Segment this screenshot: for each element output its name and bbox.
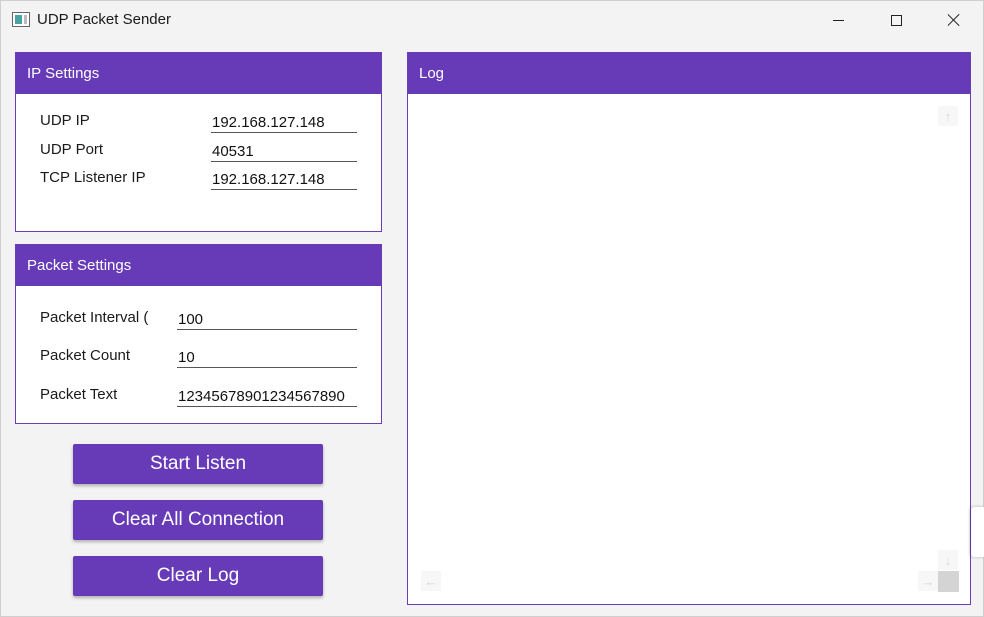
scroll-left-button[interactable]: ← [421,571,441,591]
arrow-left-icon: ← [424,573,438,589]
udp-ip-input[interactable] [211,107,357,133]
scroll-right-button[interactable]: → [918,571,938,591]
udp-ip-label: UDP IP [40,112,90,129]
udp-port-row: UDP Port [16,136,381,164]
arrow-up-icon: ↑ [944,108,952,124]
edge-side-tab[interactable] [971,507,984,557]
log-text-area[interactable]: ↑ ↓ ← → [408,94,970,604]
arrow-right-icon: → [921,573,935,589]
udp-port-label: UDP Port [40,141,104,158]
packet-settings-header: Packet Settings [16,245,381,286]
scrollbar-corner [938,571,959,592]
packet-interval-label: Packet Interval ( [40,309,149,326]
close-icon [947,13,961,27]
minimize-icon [832,19,844,21]
packet-count-row: Packet Count [16,342,381,370]
log-header: Log [408,53,970,94]
title-bar[interactable]: UDP Packet Sender [1,1,983,39]
main-window: UDP Packet Sender IP Settings UDP IP UDP… [0,0,984,617]
arrow-down-icon: ↓ [944,552,952,568]
ip-settings-panel: IP Settings UDP IP UDP Port TCP Listener… [15,52,382,232]
udp-port-input[interactable] [211,136,357,162]
clear-log-button[interactable]: Clear Log [73,556,323,596]
maximize-button[interactable] [867,1,925,39]
packet-interval-row: Packet Interval ( [16,304,381,332]
app-window-icon [12,12,30,27]
scroll-down-button[interactable]: ↓ [938,550,958,570]
packet-interval-input[interactable] [177,304,357,330]
packet-count-label: Packet Count [40,347,131,364]
start-listen-button[interactable]: Start Listen [73,444,323,484]
scroll-up-button[interactable]: ↑ [938,106,958,126]
packet-text-label: Packet Text [40,386,118,403]
packet-settings-panel: Packet Settings Packet Interval ( Packet… [15,244,382,424]
tcp-listener-ip-label: TCP Listener IP [40,169,146,186]
window-title: UDP Packet Sender [37,11,171,28]
ip-settings-header: IP Settings [16,53,381,94]
log-panel: Log ↑ ↓ ← → [407,52,971,605]
packet-count-input[interactable] [177,342,357,368]
packet-text-input[interactable] [177,381,357,407]
clear-all-connection-button[interactable]: Clear All Connection [73,500,323,540]
udp-ip-row: UDP IP [16,107,381,135]
tcp-listener-ip-input[interactable] [211,164,357,190]
close-button[interactable] [925,1,983,39]
maximize-icon [890,14,902,26]
minimize-button[interactable] [809,1,867,39]
tcp-listener-ip-row: TCP Listener IP [16,164,381,192]
packet-text-row: Packet Text [16,381,381,409]
